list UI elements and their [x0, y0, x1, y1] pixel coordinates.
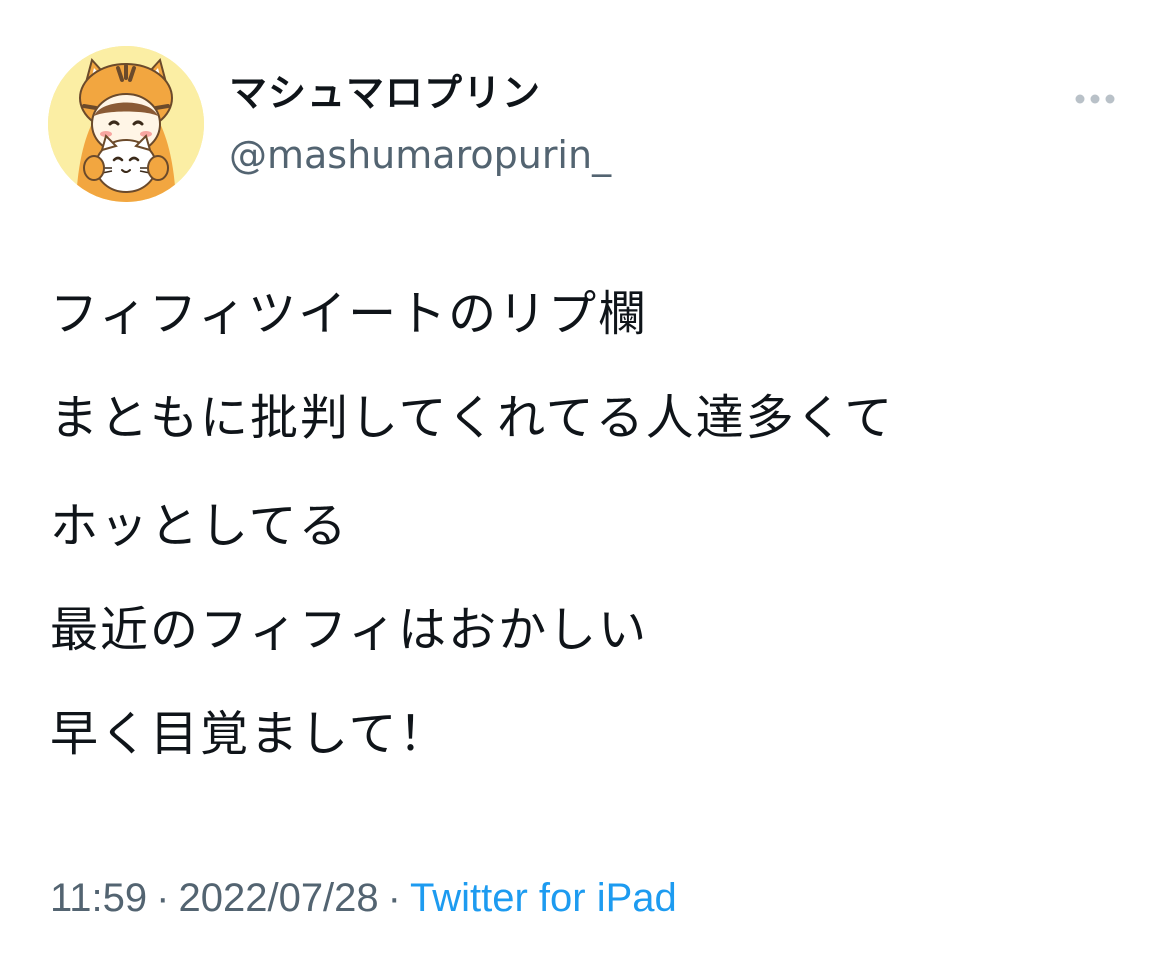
- tiger-hood-character-icon: [48, 46, 204, 202]
- separator-dot: ·: [387, 876, 401, 920]
- tweet-source-link[interactable]: Twitter for iPad: [410, 876, 677, 920]
- tweet-date[interactable]: 2022/07/28: [178, 876, 378, 920]
- display-name[interactable]: マシュマロプリン: [229, 74, 541, 112]
- avatar[interactable]: [48, 46, 204, 202]
- user-handle[interactable]: @mashumaropurin_: [229, 136, 611, 174]
- tweet-time[interactable]: 11:59: [50, 876, 147, 920]
- tweet-text: フィフィツイートのリプ欄 まともに批判してくれてる人達多くて ホッとしてる 最近…: [50, 286, 1130, 762]
- separator-dot: ·: [156, 876, 170, 920]
- tweet-line: 早く目覚まして！: [50, 706, 449, 762]
- tweet-line: フィフィツイートのリプ欄: [50, 286, 649, 342]
- tweet-line: まともに批判してくれてる人達多くて: [50, 390, 895, 446]
- more-options-button[interactable]: [1068, 84, 1128, 114]
- tweet-line: 最近のフィフィはおかしい: [50, 602, 649, 658]
- more-dots-icon: [1075, 94, 1115, 104]
- tweet-line: ホッとしてる: [50, 498, 349, 554]
- tweet-metadata: 11:59 · 2022/07/28 · Twitter for iPad: [50, 878, 677, 918]
